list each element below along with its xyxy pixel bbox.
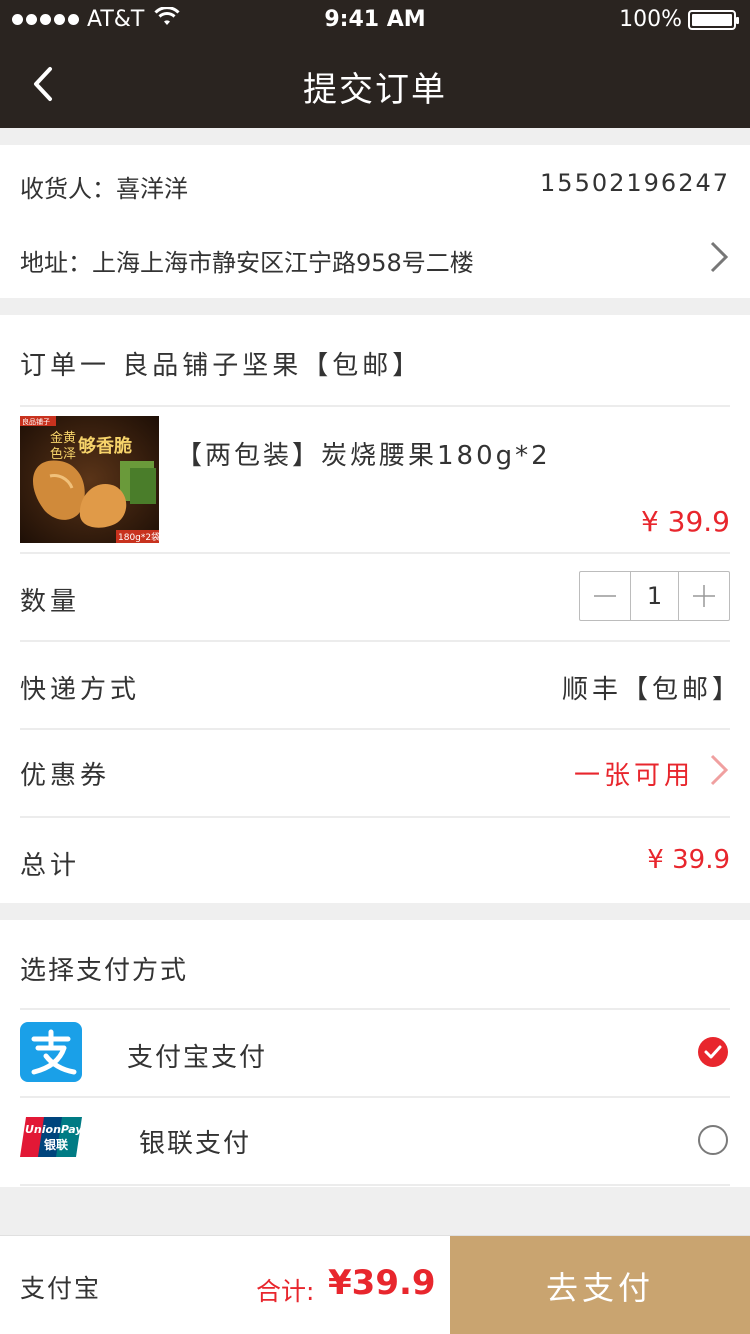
divider — [20, 1096, 730, 1098]
selected-payment-method: 支付宝 — [20, 1274, 102, 1303]
nav-bar: 提交订单 — [0, 40, 750, 128]
total-value: ¥ 39.9 — [647, 845, 730, 875]
shipping-value[interactable]: 顺丰【包邮】 — [562, 669, 742, 706]
status-bar: AT&T 9:41 AM 100% — [0, 0, 750, 40]
image-line1-text: 金黄 — [50, 430, 76, 446]
increment-button[interactable] — [679, 572, 729, 620]
divider — [20, 640, 730, 642]
order-header: 订单一 良品铺子坚果【包邮】 — [20, 351, 423, 381]
quantity-label: 数量 — [20, 587, 81, 617]
receiver: 收货人：喜洋洋 — [20, 169, 188, 204]
receiver-name: 喜洋洋 — [116, 175, 188, 203]
chevron-right-icon[interactable] — [708, 753, 730, 787]
product-price: ¥ 39.9 — [640, 505, 730, 538]
divider — [20, 405, 730, 407]
image-brand-text: 良品铺子 — [22, 417, 50, 426]
svg-text:银联: 银联 — [44, 1137, 68, 1152]
quantity-stepper: 1 — [579, 571, 730, 621]
alipay-icon — [20, 1022, 82, 1082]
unionpay-label[interactable]: 银联支付 — [139, 1123, 251, 1160]
divider — [20, 1008, 730, 1010]
receiver-label: 收货人： — [20, 175, 116, 203]
coupon-label: 优惠券 — [20, 761, 111, 791]
status-right: 100% — [619, 7, 739, 32]
footer-total-label: 合计: — [256, 1277, 315, 1306]
address-row: 地址：上海上海市静安区江宁路958号二楼 — [20, 243, 730, 278]
unionpay-radio-unchecked[interactable] — [698, 1125, 728, 1155]
divider — [20, 1184, 730, 1186]
divider — [20, 552, 730, 554]
address-text: 上海上海市静安区江宁路958号二楼 — [92, 249, 474, 277]
decrement-button[interactable] — [580, 572, 630, 620]
address-card[interactable]: 收货人：喜洋洋 15502196247 地址：上海上海市静安区江宁路958号二楼 — [0, 145, 750, 298]
chevron-right-icon[interactable] — [708, 240, 730, 274]
receiver-phone: 15502196247 — [540, 169, 730, 197]
shipping-label: 快递方式 — [20, 675, 141, 705]
product-name[interactable]: 【两包装】炭烧腰果180g*2 — [176, 435, 551, 472]
quantity-value[interactable]: 1 — [629, 572, 680, 620]
image-size-text: 180g*2袋 — [118, 531, 159, 543]
address-label: 地址： — [20, 249, 92, 277]
payment-header: 选择支付方式 — [20, 956, 189, 986]
divider — [20, 728, 730, 730]
battery-icon — [688, 9, 739, 30]
checkout-bar: 支付宝 合计: ¥39.9 去支付 — [0, 1235, 750, 1334]
total-label: 总计 — [20, 851, 81, 881]
divider — [20, 816, 730, 818]
alipay-radio-checked[interactable] — [698, 1037, 728, 1067]
coupon-value[interactable]: 一张可用 — [574, 755, 694, 792]
svg-text:UnionPay: UnionPay — [25, 1123, 82, 1136]
footer-total-amount: ¥39.9 — [328, 1263, 436, 1303]
alipay-label[interactable]: 支付宝支付 — [127, 1037, 267, 1074]
page-title: 提交订单 — [303, 70, 447, 110]
battery-percent: 100% — [619, 7, 682, 32]
payment-card: 选择支付方式 支付宝支付 UnionPay 银联 银联支付 — [0, 920, 750, 1187]
order-card: 订单一 良品铺子坚果【包邮】 良品铺子 金黄 色泽 够香脆 180g*2袋 【两… — [0, 315, 750, 903]
image-slogan-text: 够香脆 — [77, 435, 132, 457]
unionpay-icon: UnionPay 银联 — [20, 1115, 83, 1159]
product-image[interactable]: 良品铺子 金黄 色泽 够香脆 180g*2袋 — [20, 416, 159, 543]
pay-button[interactable]: 去支付 — [450, 1236, 750, 1334]
image-line2-text: 色泽 — [50, 446, 76, 462]
receiver-row: 收货人：喜洋洋 15502196247 — [20, 169, 730, 204]
